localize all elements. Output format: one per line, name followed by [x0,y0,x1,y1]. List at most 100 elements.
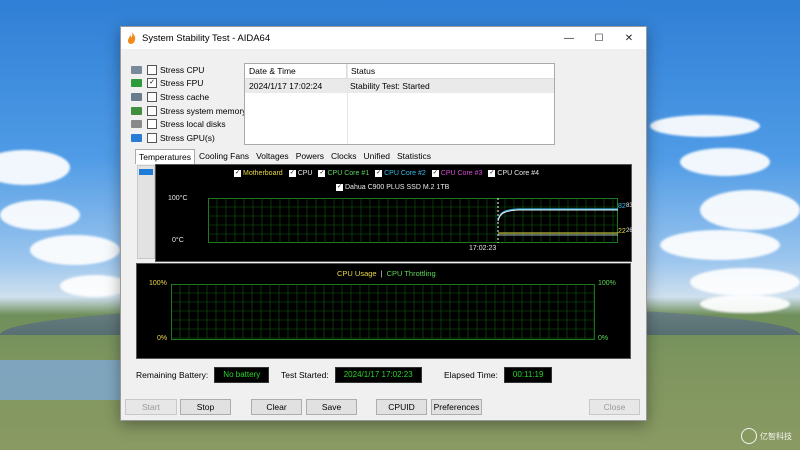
legend-cpu-throttling: CPU Throttling [386,269,436,278]
table-header: Date & Time Status [245,64,554,79]
legend-cpu-core-1: CPU Core #1 [327,170,370,177]
flame-icon [127,32,136,44]
cpuid-button[interactable]: CPUID [376,399,427,415]
log-status: Stability Test: Started [350,81,430,91]
scroll-thumb[interactable] [139,169,153,175]
legend-checkbox[interactable]: ✓ [234,170,241,177]
legend-checkbox[interactable]: ✓ [375,170,383,177]
y-axis-top-label: 100°C [168,195,188,202]
close-button[interactable]: Close [589,399,640,415]
legend-cpu-core-4: CPU Core #4 [497,170,540,177]
column-header-datetime[interactable]: Date & Time [245,64,347,78]
stress-fpu-checkbox[interactable]: ✓ [147,78,157,89]
tab-voltages[interactable]: Voltages [253,149,292,163]
legend-ssd: Dahua C900 PLUS SSD M.2 1TB [345,184,450,191]
legend-checkbox[interactable]: ✓ [336,184,343,191]
tab-powers[interactable]: Powers [293,149,327,163]
stress-memory-checkbox[interactable] [147,105,157,116]
title-bar[interactable]: System Stability Test - AIDA64 — ☐ ✕ [121,27,646,49]
grid-frame [208,198,618,243]
elapsed-time-status: Elapsed Time: 00:11:19 [444,367,553,383]
elapsed-value: 00:11:19 [503,367,553,383]
cpu-icon [131,65,142,74]
legend-checkbox[interactable]: ✓ [318,170,326,177]
stress-option-fpu[interactable]: ✓ Stress FPU [131,77,246,91]
usage-right-top: 100% [598,280,616,287]
table-row[interactable]: 2024/1/17 17:02:24 Stability Test: Start… [245,79,554,93]
tab-statistics[interactable]: Statistics [394,149,434,163]
tab-temperatures[interactable]: Temperatures [135,149,195,164]
test-started-status: Test Started: 2024/1/17 17:02:23 [281,367,422,383]
save-button[interactable]: Save [306,399,357,415]
stress-options: Stress CPU ✓ Stress FPU Stress cache Str… [131,63,246,145]
legend-cpu-core-3: CPU Core #3 [440,170,483,177]
stress-option-label: Stress system memory [160,105,247,116]
stress-option-label: Stress cache [160,91,210,102]
tab-unified[interactable]: Unified [361,149,393,163]
usage-legend: CPU Usage | CPU Throttling [337,269,436,278]
cpu-temp-line [497,209,618,222]
watermark: 亿智科技 [741,428,792,444]
close-window-button[interactable]: ✕ [614,27,644,49]
gpu-icon [131,133,142,142]
battery-label: Remaining Battery: [136,370,209,380]
maximize-button[interactable]: ☐ [584,27,614,49]
sensor-list-scrollbar[interactable] [137,165,155,259]
sensor-tabs: Temperatures Cooling Fans Voltages Power… [135,149,435,164]
cpu-usage-chart: CPU Usage | CPU Throttling 100% 0% 100% … [136,263,631,359]
stress-option-cpu[interactable]: Stress CPU [131,63,246,77]
stress-option-label: Stress GPU(s) [160,132,215,143]
tab-clocks[interactable]: Clocks [328,149,360,163]
plot-grid [208,198,618,243]
watermark-logo-icon [741,428,757,444]
window-title: System Stability Test - AIDA64 [142,32,271,44]
log-time: 2024/1/17 17:02:24 [249,81,323,91]
stress-cpu-checkbox[interactable] [147,64,157,75]
clear-button[interactable]: Clear [251,399,302,415]
battery-status: Remaining Battery: No battery [136,367,270,383]
watermark-text: 亿智科技 [760,431,792,441]
tab-cooling-fans[interactable]: Cooling Fans [196,149,252,163]
legend-checkbox[interactable]: ✓ [431,170,439,177]
usage-left-bottom: 0% [157,335,168,342]
legend-cpu-core-2: CPU Core #2 [384,170,426,177]
legend-cpu: CPU [297,170,313,177]
minimize-button[interactable]: — [554,27,584,49]
legend-checkbox[interactable]: ✓ [288,170,296,177]
stress-option-memory[interactable]: Stress system memory [131,104,246,118]
aida64-window: System Stability Test - AIDA64 — ☐ ✕ Str… [120,26,647,421]
temperature-plot [208,198,618,243]
legend-checkbox[interactable]: ✓ [488,170,496,177]
stress-option-disks[interactable]: Stress local disks [131,117,246,131]
legend-cpu-usage: CPU Usage [337,269,377,278]
y-axis-bottom-label: 0°C [172,237,184,244]
x-axis-time-label: 17:02:23 [469,245,497,252]
event-log-table[interactable]: Date & Time Status 2024/1/17 17:02:24 St… [244,63,555,145]
memory-icon [131,106,142,115]
column-header-status[interactable]: Status [347,64,551,78]
usage-right-bottom: 0% [598,335,609,342]
stress-option-cache[interactable]: Stress cache [131,90,246,104]
stop-button[interactable]: Stop [180,399,231,415]
temperature-legend-2: ✓ Dahua C900 PLUS SSD M.2 1TB [336,184,449,191]
usage-left-top: 100% [149,280,167,287]
value-label-bottom-2: 26 [626,228,633,234]
usage-plot [171,284,595,340]
plot-grid [171,284,595,340]
legend-motherboard: Motherboard [243,170,283,177]
preferences-button[interactable]: Preferences [431,399,482,415]
value-label-bottom: 22 [618,228,626,235]
legend-separator: | [380,269,383,278]
fpu-icon [131,79,142,88]
test-started-label: Test Started: [281,370,329,380]
start-button[interactable]: Start [125,399,177,415]
stress-option-label: Stress local disks [160,119,226,130]
stress-gpu-checkbox[interactable] [147,132,157,143]
disk-icon [131,120,142,129]
stress-option-gpu[interactable]: Stress GPU(s) [131,131,246,145]
value-label-top: 82 [618,203,626,210]
stress-cache-checkbox[interactable] [147,91,157,102]
test-started-value: 2024/1/17 17:02:23 [334,367,422,383]
elapsed-label: Elapsed Time: [444,370,498,380]
stress-disks-checkbox[interactable] [147,119,157,130]
